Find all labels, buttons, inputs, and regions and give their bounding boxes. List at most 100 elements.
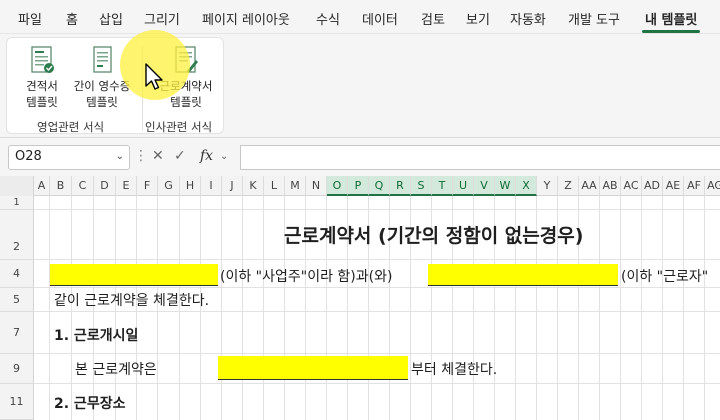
spreadsheet-grid[interactable]: A B C D E F G H I J K L M N O P Q R S T U V W X Y Z AA AB AC AD AE AF AG… xyxy=(0,176,720,420)
column-line xyxy=(49,196,50,420)
contract-title: 근로계약서 (기간의 정함이 없는경우) xyxy=(284,225,584,247)
row-header-2[interactable]: 2 xyxy=(0,210,34,260)
column-header-g[interactable]: G xyxy=(158,176,180,196)
column-header-af[interactable]: AF xyxy=(684,176,705,196)
column-header-s[interactable]: S xyxy=(411,176,432,196)
ribbon-group-container: 견적서 템플릿 간이 영수증 템플릿 근로계약서 템플릿 영업관련 서식 인사관… xyxy=(6,37,224,134)
employee-label: (이하 "근로자" xyxy=(621,269,709,285)
column-line xyxy=(242,196,243,420)
column-header-ae[interactable]: AE xyxy=(663,176,684,196)
name-box-value: O28 xyxy=(15,149,42,164)
tab-draw[interactable]: 그리기 xyxy=(144,9,180,28)
insert-function-icon[interactable]: fx xyxy=(200,148,213,164)
section-workplace: 2. 근무장소 xyxy=(54,396,126,412)
tab-data[interactable]: 데이터 xyxy=(362,9,398,28)
column-header-f[interactable]: F xyxy=(137,176,158,196)
name-box[interactable]: O28 ⌄ xyxy=(8,145,130,170)
column-header-q[interactable]: Q xyxy=(369,176,390,196)
column-header-ad[interactable]: AD xyxy=(642,176,663,196)
formula-controls: ⋮ ✕ ✓ fx ⌄ xyxy=(134,145,238,170)
column-header-p[interactable]: P xyxy=(348,176,369,196)
column-header-e[interactable]: E xyxy=(116,176,137,196)
contract-start-suffix: 부터 체결한다. xyxy=(411,362,498,378)
row-line xyxy=(34,311,720,312)
tab-page-layout[interactable]: 페이지 레이아웃 xyxy=(202,9,290,28)
start-date-cell[interactable] xyxy=(218,356,408,380)
column-header-i[interactable]: I xyxy=(201,176,222,196)
chevron-down-icon[interactable]: ⌄ xyxy=(116,151,124,162)
row-line xyxy=(34,259,720,260)
row-header-11[interactable]: 11 xyxy=(0,384,34,420)
tab-file[interactable]: 파일 xyxy=(18,9,42,28)
column-line xyxy=(641,196,642,420)
column-header-c[interactable]: C xyxy=(72,176,94,196)
receipt-template-icon xyxy=(93,46,112,73)
column-header-w[interactable]: W xyxy=(495,176,516,196)
column-header-aa[interactable]: AA xyxy=(579,176,600,196)
row-header-1[interactable]: 1 xyxy=(0,196,34,210)
contract-start-label: 본 근로계약은 xyxy=(75,362,157,378)
column-header-v[interactable]: V xyxy=(474,176,495,196)
row-line xyxy=(34,353,720,354)
row-header-7[interactable]: 7 xyxy=(0,312,34,354)
quote-template-label: 견적서 xyxy=(26,79,58,93)
column-header-k[interactable]: K xyxy=(243,176,264,196)
tab-developer[interactable]: 개발 도구 xyxy=(568,9,620,28)
more-options-icon[interactable]: ⋮ xyxy=(134,148,148,164)
active-tab-indicator xyxy=(642,30,700,33)
column-header-y[interactable]: Y xyxy=(537,176,558,196)
column-header-l[interactable]: L xyxy=(264,176,285,196)
section-start-date: 1. 근로개시일 xyxy=(54,328,139,344)
tab-review[interactable]: 검토 xyxy=(421,9,445,28)
employee-name-cell[interactable] xyxy=(428,264,618,286)
column-header-a[interactable]: A xyxy=(34,176,50,196)
employer-label: (이하 "사업주"이라 함)과(와) xyxy=(220,269,393,285)
column-header-x[interactable]: X xyxy=(516,176,537,196)
tab-insert[interactable]: 삽입 xyxy=(99,9,123,28)
fx-dropdown-icon[interactable]: ⌄ xyxy=(220,151,228,162)
column-header-d[interactable]: D xyxy=(94,176,116,196)
column-line xyxy=(221,196,222,420)
column-line xyxy=(620,196,621,420)
select-all-corner[interactable] xyxy=(0,176,34,196)
column-header-ac[interactable]: AC xyxy=(621,176,642,196)
column-header-o[interactable]: O xyxy=(327,176,348,196)
row-line xyxy=(34,209,720,210)
formula-bar: O28 ⌄ ⋮ ✕ ✓ fx ⌄ xyxy=(0,138,720,176)
tab-view[interactable]: 보기 xyxy=(466,9,490,28)
receipt-template-label-2: 템플릿 xyxy=(86,95,118,109)
group-label-hr: 인사관련 서식 xyxy=(145,120,213,134)
tab-formulas[interactable]: 수식 xyxy=(316,9,340,28)
row-line xyxy=(34,287,720,288)
column-header-m[interactable]: M xyxy=(285,176,306,196)
column-header-u[interactable]: U xyxy=(453,176,474,196)
employer-name-cell[interactable] xyxy=(50,264,218,286)
tab-my-templates[interactable]: 내 템플릿 xyxy=(645,9,697,28)
row-header-4[interactable]: 4 xyxy=(0,260,34,288)
mouse-cursor-icon xyxy=(145,63,163,90)
column-header-n[interactable]: N xyxy=(306,176,327,196)
column-header-b[interactable]: B xyxy=(50,176,72,196)
tab-automate[interactable]: 자동화 xyxy=(510,9,546,28)
quote-template-icon xyxy=(31,46,54,73)
group-label-sales: 영업관련 서식 xyxy=(37,120,105,134)
column-header-ag[interactable]: AG xyxy=(705,176,720,196)
contract-intro-text: 같이 근로계약을 체결한다. xyxy=(54,293,210,309)
column-header-ab[interactable]: AB xyxy=(600,176,621,196)
cancel-icon[interactable]: ✕ xyxy=(152,148,164,164)
column-header-h[interactable]: H xyxy=(180,176,201,196)
ribbon-tab-bar: 파일 홈 삽입 그리기 페이지 레이아웃 수식 데이터 검토 보기 자동화 개발… xyxy=(0,0,720,34)
quote-template-button[interactable]: 견적서 템플릿 xyxy=(12,44,72,110)
column-line xyxy=(704,196,705,420)
column-line xyxy=(599,196,600,420)
enter-check-icon[interactable]: ✓ xyxy=(174,148,186,164)
ribbon-panel: 견적서 템플릿 간이 영수증 템플릿 근로계약서 템플릿 영업관련 서식 인사관… xyxy=(0,34,720,138)
row-header-5[interactable]: 5 xyxy=(0,288,34,312)
column-header-r[interactable]: R xyxy=(390,176,411,196)
tab-home[interactable]: 홈 xyxy=(66,9,78,28)
column-header-t[interactable]: T xyxy=(432,176,453,196)
column-header-j[interactable]: J xyxy=(222,176,243,196)
row-header-9[interactable]: 9 xyxy=(0,354,34,384)
formula-input[interactable] xyxy=(240,145,720,170)
column-header-z[interactable]: Z xyxy=(558,176,579,196)
